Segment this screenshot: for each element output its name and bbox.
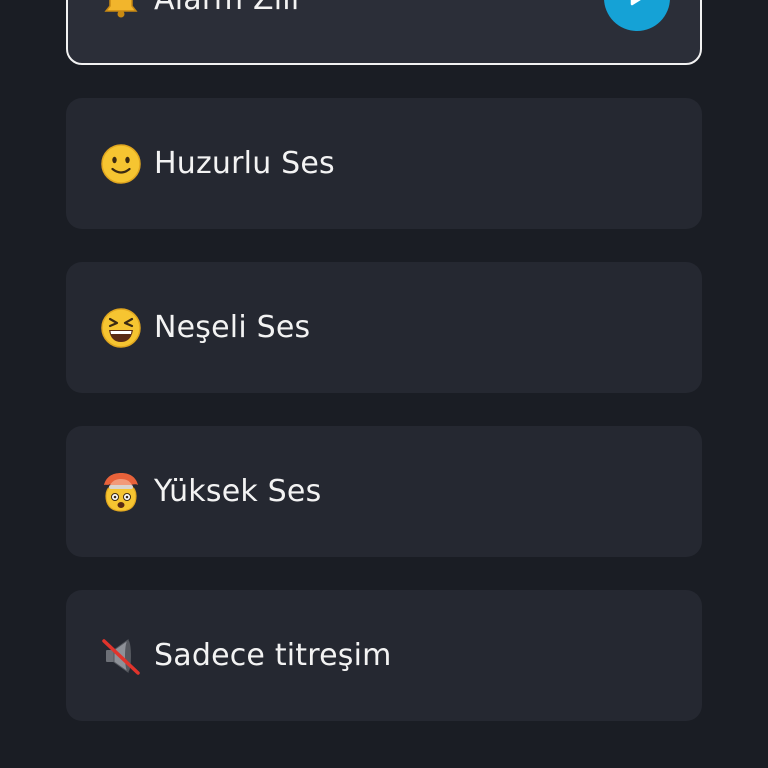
sound-option-loud[interactable]: Yüksek Ses <box>66 426 702 557</box>
sound-option-cheerful[interactable]: Neşeli Ses <box>66 262 702 393</box>
slightly-smiling-face-icon <box>100 143 142 185</box>
grinning-squinting-face-icon <box>100 307 142 349</box>
muted-speaker-icon <box>100 635 142 677</box>
sound-option-label: Huzurlu Ses <box>154 146 335 181</box>
play-button[interactable] <box>604 0 670 31</box>
sound-option-label: Sadece titreşim <box>154 638 392 673</box>
sound-option-list: Alarm Zili Huzurlu Ses <box>0 0 768 768</box>
sound-option-vibrate-only[interactable]: Sadece titreşim <box>66 590 702 721</box>
sound-option-label: Neşeli Ses <box>154 310 311 345</box>
play-icon <box>623 0 651 14</box>
exploding-head-icon <box>100 471 142 513</box>
sound-option-peaceful[interactable]: Huzurlu Ses <box>66 98 702 229</box>
sound-option-label: Yüksek Ses <box>154 474 322 509</box>
bell-icon <box>100 0 142 21</box>
sound-option-label: Alarm Zili <box>154 0 299 17</box>
sound-option-alarm[interactable]: Alarm Zili <box>66 0 702 65</box>
